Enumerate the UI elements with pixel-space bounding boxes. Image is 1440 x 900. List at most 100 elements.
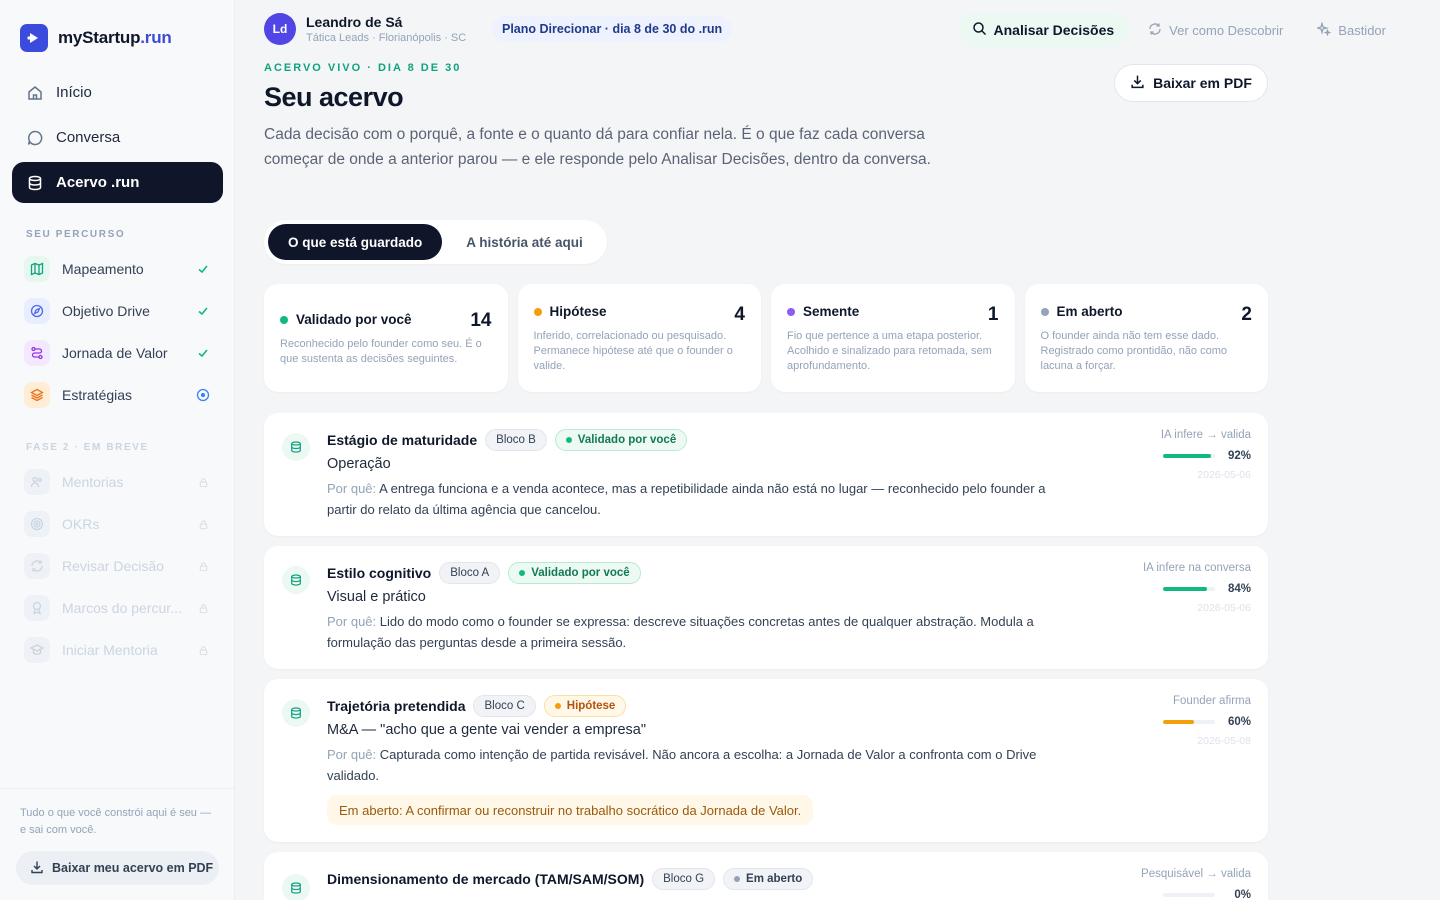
sidebar-item-objetivo-drive[interactable]: Objetivo Drive	[20, 290, 218, 332]
sidebar-item-mapeamento[interactable]: Mapeamento	[20, 248, 218, 290]
tab-guardado[interactable]: O que está guardado	[268, 224, 443, 260]
user-name: Leandro de Sá	[306, 14, 403, 30]
sidebar-footer: Tudo o que você constrói aqui é seu — e …	[0, 788, 235, 900]
decision-date: 2026-05-06	[1197, 602, 1251, 614]
sidebar-item-iniciar-mentoria: Iniciar Mentoria	[20, 629, 218, 671]
sidebar-item-estrategias[interactable]: Estratégias	[20, 374, 218, 416]
decision-value: M&A — "acho que a gente vai vender a emp…	[327, 722, 647, 738]
status-dot	[533, 307, 542, 316]
decision-meta: Founder afirma 60% 2026-05-08	[1051, 695, 1251, 747]
stat-count: 14	[470, 310, 492, 331]
stat-description: O founder ainda não tem esse dado. Regis…	[1040, 330, 1228, 372]
decision-value: Operação	[327, 456, 391, 472]
avatar[interactable]: Ld	[264, 13, 296, 45]
sidebar-item-marcos-do-percurso: Marcos do percur...	[20, 587, 218, 629]
status-badge: Hipótese	[543, 695, 627, 717]
confidence-bar	[1163, 720, 1215, 724]
download-acervo-pdf-button[interactable]: Baixar meu acervo em PDF	[16, 851, 219, 885]
sparkle-icon	[1315, 20, 1332, 39]
layers-icon	[24, 382, 50, 408]
home-icon	[26, 84, 44, 102]
view-tabs: O que está guardado A história até aqui	[264, 220, 607, 264]
refresh-icon	[24, 553, 50, 579]
decision-title: Estilo cognitivo	[327, 565, 432, 581]
stat-card-open[interactable]: Em aberto 2 O founder ainda não tem esse…	[1024, 284, 1268, 392]
decision-reason: Por quê: Capturada como intenção de part…	[327, 747, 1037, 783]
confidence-bar	[1163, 454, 1215, 458]
nav-item-inicio[interactable]: Início	[12, 72, 223, 113]
decision-source: Pesquisável → valida	[1141, 868, 1251, 880]
confidence-value: 92%	[1227, 450, 1251, 462]
lock-icon	[194, 557, 212, 575]
database-icon	[282, 566, 310, 594]
chat-icon	[26, 129, 44, 147]
sidebar-item-jornada-de-valor[interactable]: Jornada de Valor	[20, 332, 218, 374]
top-actions: Analisar Decisões Ver como Descobrir Bas…	[957, 13, 1400, 47]
decision-date: 2026-05-06	[1197, 469, 1251, 481]
sidebar-item-okrs: OKRs	[20, 503, 218, 545]
decision-source: Founder afirma	[1173, 695, 1251, 707]
view-as-button[interactable]: Ver como Descobrir	[1134, 13, 1297, 47]
decision-reason: Por quê: Lido do modo como o founder se …	[327, 614, 1034, 650]
decision-card[interactable]: Trajetória pretendida Bloco C Hipótese M…	[264, 679, 1268, 842]
graduation-icon	[24, 637, 50, 663]
brand-name: myStartup.run	[58, 28, 172, 47]
page-eyebrow: ACERVO VIVO · DIA 8 DE 30	[264, 62, 462, 74]
nav-item-conversa[interactable]: Conversa	[12, 117, 223, 158]
plan-badge: Plano Direcionar · dia 8 de 30 do .run	[492, 16, 733, 42]
database-icon	[282, 874, 310, 900]
download-pdf-button[interactable]: Baixar em PDF	[1114, 64, 1268, 102]
open-note: Em aberto: A confirmar ou reconstruir no…	[327, 795, 814, 825]
brand-logo-icon	[20, 24, 48, 52]
download-icon	[30, 860, 44, 877]
decision-card[interactable]: Estágio de maturidade Bloco B Validado p…	[264, 413, 1268, 536]
page-description: Cada decisão com o porquê, a fonte e o q…	[264, 126, 931, 168]
nav-item-acervo[interactable]: Acervo .run	[12, 162, 223, 203]
current-step-icon	[194, 386, 212, 404]
status-dot	[280, 315, 288, 324]
decision-title: Dimensionamento de mercado (TAM/SAM/SOM)	[327, 871, 645, 887]
refresh-icon	[1148, 22, 1162, 39]
nav-item-label: Acervo .run	[56, 174, 140, 191]
confidence-bar	[1163, 893, 1215, 897]
stat-count: 2	[1241, 304, 1252, 325]
lock-icon	[194, 473, 212, 491]
stat-card-hypothesis[interactable]: Hipótese 4 Inferido, correlacionado ou p…	[517, 284, 761, 392]
award-icon	[24, 595, 50, 621]
decision-title: Trajetória pretendida	[327, 698, 466, 714]
sidebar-item-revisar-decisao: Revisar Decisão	[20, 545, 218, 587]
database-icon	[282, 433, 310, 461]
decision-value: Visual e prático	[327, 589, 426, 605]
bloco-tag: Bloco C	[473, 695, 536, 717]
lock-icon	[194, 641, 212, 659]
section-label-fase2: FASE 2 · EM BREVE	[26, 442, 149, 453]
decision-card[interactable]: Estilo cognitivo Bloco A Validado por vo…	[264, 546, 1268, 669]
confidence-bar	[1163, 587, 1215, 591]
backstage-button[interactable]: Bastidor	[1303, 13, 1400, 47]
check-icon	[194, 302, 212, 320]
map-icon	[24, 256, 50, 282]
decision-meta: IA infere na conversa 84% 2026-05-06	[1051, 562, 1251, 614]
decision-card[interactable]: Dimensionamento de mercado (TAM/SAM/SOM)…	[264, 852, 1268, 900]
analyze-decisions-button[interactable]: Analisar Decisões	[957, 13, 1129, 47]
stat-card-validated[interactable]: Validado por você 14 Reconhecido pelo fo…	[264, 284, 508, 392]
section-label-percurso: SEU PERCURSO	[26, 229, 126, 240]
brand[interactable]: myStartup.run	[20, 24, 172, 52]
tab-historia[interactable]: A história até aqui	[446, 224, 603, 260]
check-icon	[194, 260, 212, 278]
stat-card-seed[interactable]: Semente 1 Fio que pertence a uma etapa p…	[771, 284, 1015, 392]
stat-count: 1	[987, 304, 999, 325]
decision-reason: Por quê: A entrega funciona e a venda ac…	[327, 481, 1046, 517]
search-icon	[972, 21, 987, 39]
status-dot	[787, 307, 795, 316]
bloco-tag: Bloco A	[439, 562, 501, 584]
lock-icon	[194, 599, 212, 617]
decision-source: IA infere na conversa	[1142, 562, 1251, 574]
sidebar: myStartup.run Início Conversa Acervo .ru…	[0, 0, 235, 900]
stat-count: 4	[734, 304, 745, 325]
decision-title: Estágio de maturidade	[327, 432, 478, 448]
fase2-list: Mentorias OKRs Revisar Decisão Marcos do…	[20, 461, 218, 671]
decision-source: IA infere → valida	[1160, 429, 1251, 441]
confidence-value: 60%	[1227, 716, 1251, 728]
target-icon	[24, 511, 50, 537]
